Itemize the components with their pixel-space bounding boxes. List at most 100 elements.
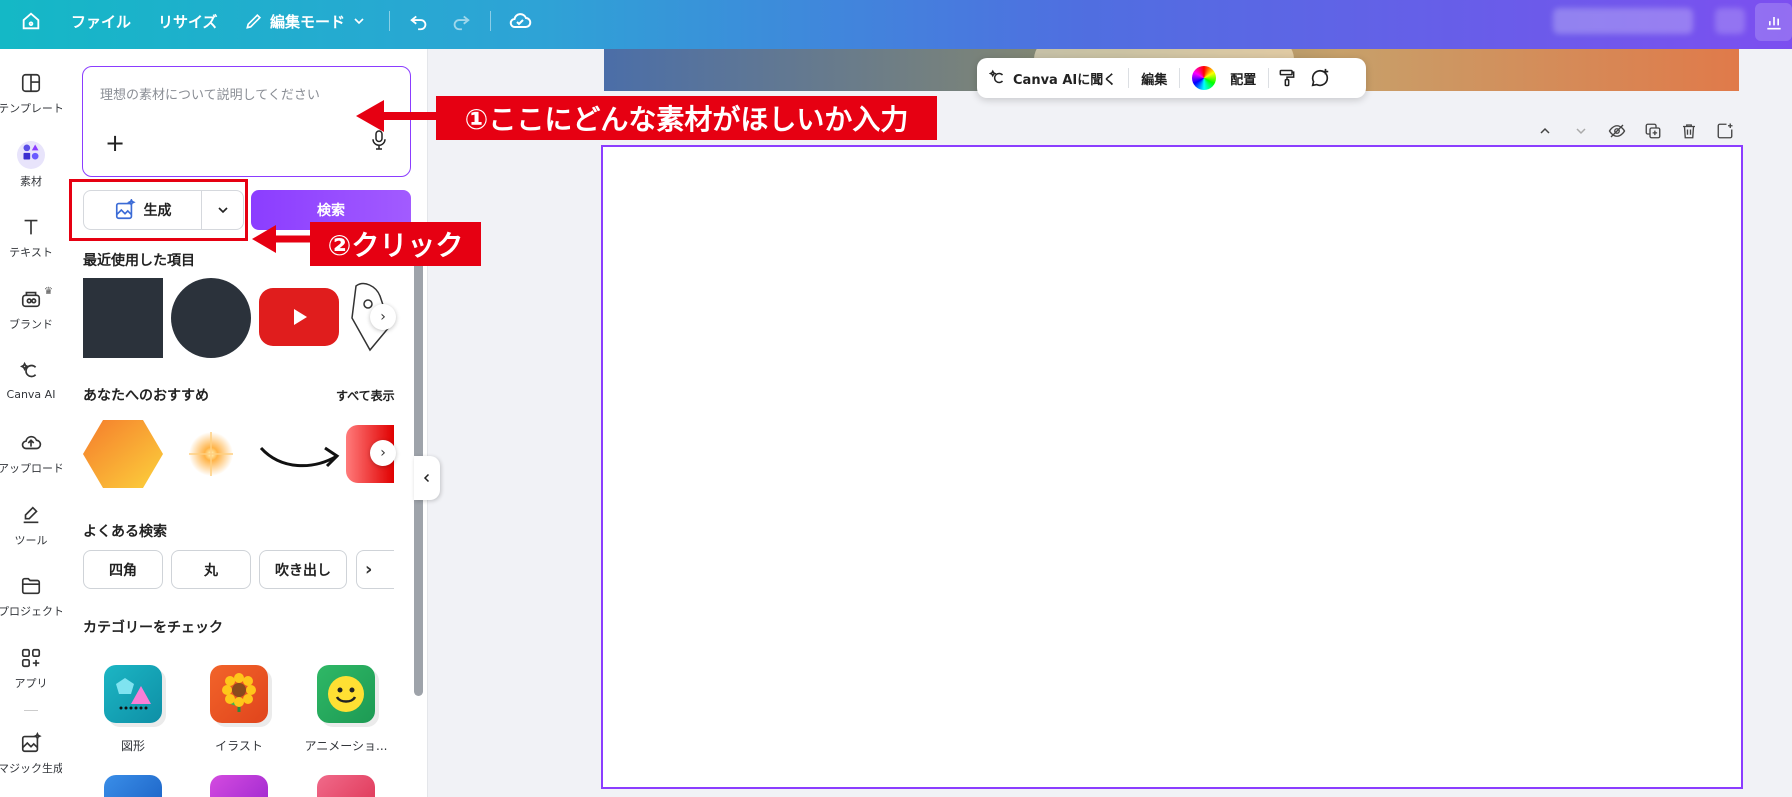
eye-off-icon [1608,124,1626,138]
rail-label: 素材 [20,175,42,188]
category-frames-partial[interactable] [317,775,375,797]
crown-icon: ♛ [44,286,53,297]
move-page-up-button[interactable] [1534,120,1556,142]
recent-item-circle[interactable] [171,278,251,358]
pencil-icon [246,13,262,29]
paint-roller-icon [1279,69,1295,87]
recent-section-title: 最近使用した項目 [83,253,195,269]
move-page-down-button[interactable] [1570,120,1592,142]
chevron-left-icon [423,473,430,483]
floating-context-toolbar: Canva AIに聞く 編集 配置 [977,58,1366,98]
edit-mode-label: 編集モード [270,12,346,31]
resize-menu[interactable]: リサイズ [158,0,218,42]
category-animations[interactable]: アニメーショ... [296,665,396,754]
hide-page-button[interactable] [1606,120,1628,142]
recommend-item-hexagon[interactable] [83,418,163,494]
recent-item-youtube[interactable] [259,288,339,346]
rail-item-text[interactable]: テキスト [0,216,62,260]
rail-label: ツール [14,534,48,547]
rail-label: Canva AI [6,388,56,401]
rail-item-upload[interactable]: アップロード [0,432,64,476]
design-page[interactable] [601,145,1743,789]
annotation-arrow-1 [356,100,438,132]
edit-mode-dropdown[interactable]: 編集モード [244,0,367,42]
redo-icon [453,15,470,31]
popular-section-title: よくある検索 [83,524,167,540]
rail-label: マジック生成 [0,762,64,775]
redo-button[interactable] [450,0,472,42]
top-bar: ファイル リサイズ 編集モード [0,0,1792,49]
search-chip[interactable]: 四角 [83,550,163,589]
insights-button[interactable] [1755,3,1792,41]
recommend-item-sparkle[interactable] [171,418,251,494]
add-page-button[interactable] [1714,120,1736,142]
rail-item-apps[interactable]: アプリ [0,647,62,691]
add-comment-button[interactable] [1305,66,1335,90]
category-stickers-partial[interactable] [210,775,268,797]
rail-item-magic-generate[interactable]: マジック生成 [0,732,64,776]
file-menu[interactable]: ファイル [71,0,131,42]
smiley-icon [317,665,375,723]
comment-plus-icon [1311,68,1329,87]
apps-icon [21,648,41,668]
search-chip-partial[interactable]: › [356,550,394,589]
left-rail: テンプレート 素材 テキスト ♛ ブランド Canva AI アップロード ツー… [0,49,64,797]
arrange-button[interactable]: 配置 [1228,66,1268,90]
annotation-highlight-box [69,179,248,241]
duplicate-page-button[interactable] [1642,120,1664,142]
recommend-scroll-right[interactable]: › [370,440,396,466]
collapse-panel-button[interactable] [414,456,440,500]
paint-format-button[interactable] [1269,66,1305,90]
brand-icon [21,291,41,308]
category-shapes[interactable]: 図形 [83,665,183,754]
home-button[interactable] [20,0,42,42]
rail-item-projects[interactable]: プロジェクト [0,575,64,619]
ask-canva-ai-button[interactable]: Canva AIに聞く [977,66,1128,90]
recommend-item-arrow[interactable] [259,418,341,494]
trash-icon [1683,124,1695,139]
toolbar-divider [389,11,390,31]
cloud-check-icon [509,13,532,28]
chevron-down-icon [1576,128,1586,135]
recent-scroll-right[interactable]: › [370,304,396,330]
category-illustrations[interactable]: イラスト [189,665,289,754]
duplicate-icon [1645,123,1661,139]
blurred-user-area [1553,8,1693,34]
rail-item-elements[interactable]: 素材 [0,141,62,189]
search-chip[interactable]: 吹き出し [259,550,347,589]
home-icon [22,12,40,30]
edit-button[interactable]: 編集 [1129,66,1179,90]
canva-ai-icon [20,361,37,378]
prompt-placeholder: 理想の素材について説明してください [100,88,320,103]
category-label: 図形 [120,739,145,753]
delete-page-button[interactable] [1678,120,1700,142]
magic-generate-icon [21,732,42,753]
category-section-title: カテゴリーをチェック [83,620,223,636]
rail-label: ブランド [9,318,53,331]
category-photos-partial[interactable] [104,775,162,797]
edit-label: 編集 [1141,72,1168,88]
annotation-step-1: ①ここにどんな素材がほしいか入力 [436,96,937,140]
undo-button[interactable] [408,0,430,42]
rail-item-templates[interactable]: テンプレート [0,72,64,116]
canva-ai-icon [989,69,1004,84]
color-button[interactable] [1180,66,1228,90]
text-icon [24,219,38,235]
add-attachment-icon[interactable]: + [105,131,125,155]
category-label: イラスト [215,739,263,753]
annotation-step-2: ②クリック [310,222,481,266]
rail-item-brand[interactable]: ♛ ブランド [0,286,62,332]
sunflower-icon [210,665,268,723]
see-all-link[interactable]: すべて表示 [336,387,395,404]
rail-item-canva-ai[interactable]: Canva AI [0,360,62,401]
recent-item-square[interactable] [83,278,163,358]
save-status-button[interactable] [508,0,532,42]
search-chip[interactable]: 丸 [171,550,251,589]
chevron-right-icon: › [365,559,373,580]
rail-item-tools[interactable]: ツール [0,504,62,548]
blurred-avatar [1715,8,1745,34]
toolbar-divider [490,11,491,31]
template-icon [21,73,41,93]
chevron-up-icon [1540,127,1550,134]
play-icon [294,309,307,325]
